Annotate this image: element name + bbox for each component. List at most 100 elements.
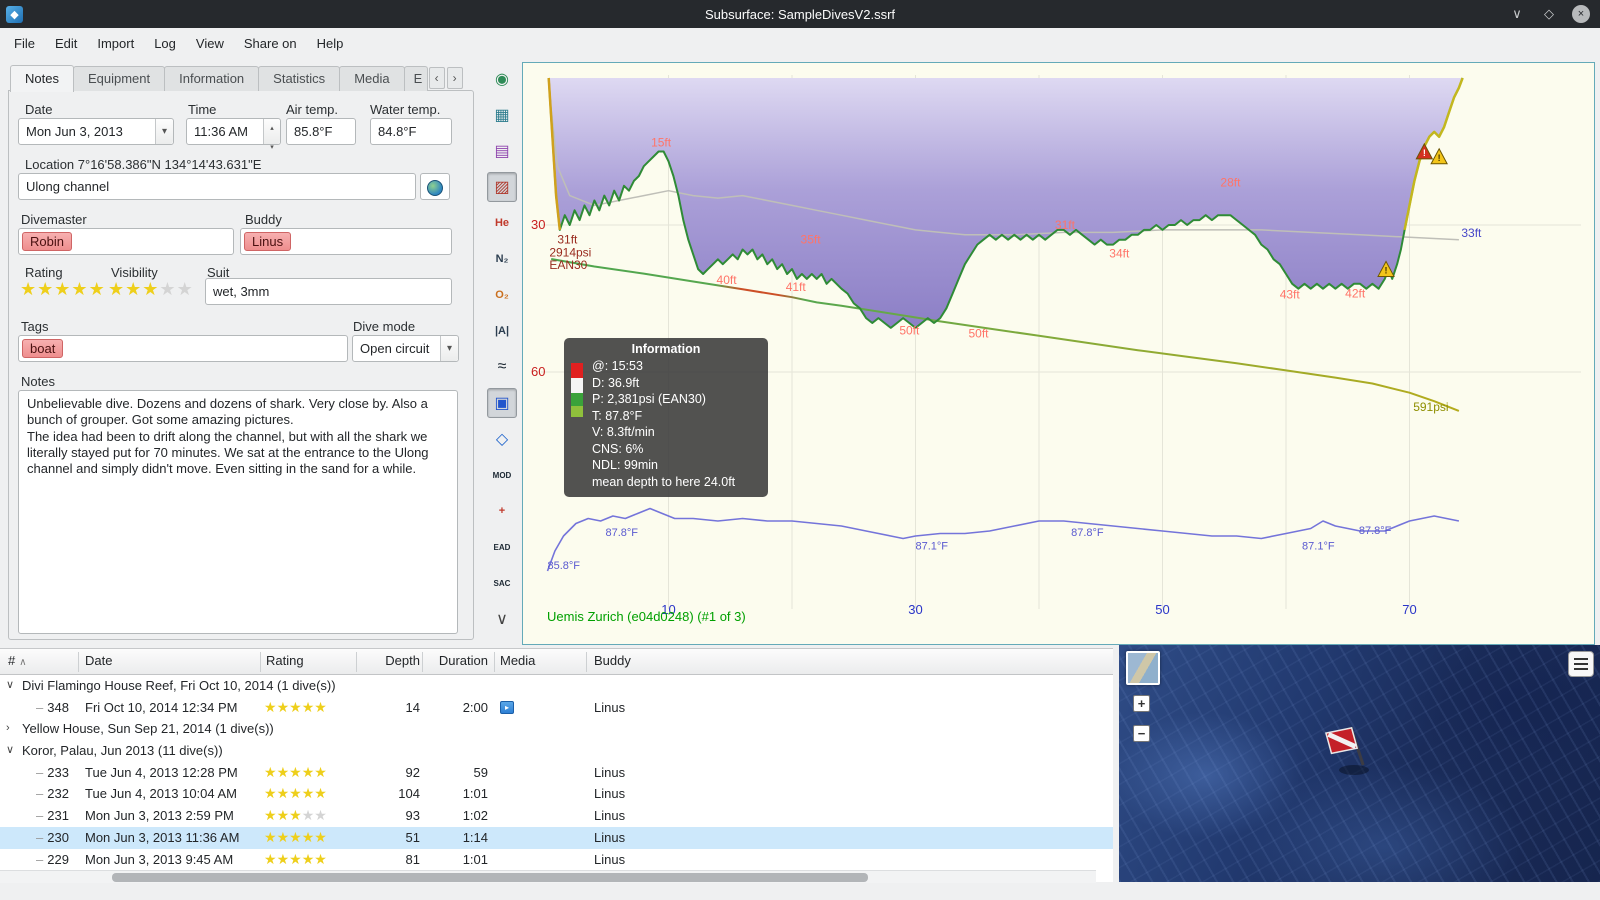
menu-share-on[interactable]: Share on	[234, 31, 307, 56]
map-zoom-out-button[interactable]: −	[1133, 725, 1150, 742]
profile-panel[interactable]: 15ft 40ft 41ft 35ft 50ft 50ft 31ft 34ft 28ft 43ft…	[522, 62, 1595, 645]
tab-notes[interactable]: Notes	[10, 65, 74, 92]
depth-label: 42ft	[1345, 287, 1366, 301]
dive-row[interactable]: –233 Tue Jun 4, 2013 12:28 PM ★★★★★ 92 59 Lin…	[0, 762, 1113, 784]
menu-log[interactable]: Log	[144, 31, 186, 56]
menu-help[interactable]: Help	[307, 31, 354, 56]
ead-icon[interactable]: EAD	[487, 532, 517, 562]
maximize-button[interactable]: ◇	[1540, 5, 1558, 23]
minimize-button[interactable]: ∨	[1508, 5, 1526, 23]
spin-up-icon[interactable]: ▴	[264, 119, 280, 138]
water-temp-label: Water temp.	[370, 102, 441, 117]
star-icon: ★	[276, 828, 290, 845]
dive-info-panel: Notes Equipment Information Statistics Media…	[8, 64, 474, 640]
dive-row[interactable]: –230 Mon Jun 3, 2013 11:36 AM ★★★★★ 51 1:14 L…	[0, 826, 1113, 849]
dive-flag-marker[interactable]	[1324, 713, 1394, 783]
menu-edit[interactable]: Edit	[45, 31, 87, 56]
divemaster-field[interactable]: Robin	[18, 228, 234, 255]
deco-icon[interactable]: +	[487, 496, 517, 526]
dive-row[interactable]: –348 Fri Oct 10, 2014 12:34 PM ★★★★★ 14 2:00…	[0, 697, 1113, 719]
tab-statistics[interactable]: Statistics	[258, 66, 341, 91]
dive-buddy: Linus	[594, 786, 626, 802]
star-icon: ★	[125, 279, 142, 299]
dive-list-header[interactable]: # ∧ Date Rating Depth Duration Media Buddy	[0, 649, 1113, 675]
scroll-down-icon[interactable]: ∨	[487, 604, 517, 634]
chevron-down-icon[interactable]: ▾	[155, 119, 173, 144]
column-header-duration[interactable]: Duration	[424, 653, 488, 668]
tab-e[interactable]: E	[403, 66, 428, 91]
depth-label: 50ft	[899, 323, 920, 337]
collapse-icon[interactable]: ∨	[6, 675, 14, 697]
collapse-icon[interactable]: ∨	[6, 740, 14, 762]
dive-number-text: 348	[47, 699, 69, 715]
tab-scroll-left-button[interactable]: ‹	[428, 67, 445, 89]
column-header-rating[interactable]: Rating	[266, 653, 304, 668]
dive-media-cell: ▸	[500, 697, 514, 719]
trip-row[interactable]: › Yellow House, Sun Sep 21, 2014 (1 dive(…	[0, 718, 1113, 740]
dive-mode-combobox[interactable]: Open circuit ▾	[352, 335, 459, 362]
po2-graph-icon[interactable]: ▦	[487, 100, 517, 130]
map-overview-thumbnail[interactable]	[1126, 651, 1160, 685]
column-header-media[interactable]: Media	[500, 653, 535, 668]
star-icon: ★	[301, 850, 315, 867]
horizontal-scrollbar[interactable]	[0, 870, 1096, 883]
n2-graph-icon[interactable]: N₂	[487, 244, 517, 274]
column-header-num[interactable]: # ∧	[8, 653, 27, 668]
location-field[interactable]: Ulong channel	[18, 173, 416, 200]
close-button[interactable]: ×	[1572, 5, 1590, 23]
menu-view[interactable]: View	[186, 31, 234, 56]
heart-rate-icon[interactable]: ≈	[487, 352, 517, 382]
time-spinbox[interactable]: 11:36 AM ▴ ▾	[186, 118, 281, 151]
dive-buddy: Linus	[594, 764, 626, 780]
map-menu-button[interactable]	[1568, 651, 1594, 677]
column-header-date[interactable]: Date	[85, 653, 112, 668]
globe-button[interactable]	[420, 173, 450, 200]
dive-row[interactable]: –231 Mon Jun 3, 2013 2:59 PM ★★★★★ 93 1:02 Li…	[0, 805, 1113, 827]
he-graph-icon[interactable]: He	[487, 208, 517, 238]
tags-field[interactable]: boat	[18, 335, 348, 362]
tag-chip[interactable]: boat	[22, 339, 64, 358]
map-panel[interactable]: + −	[1119, 645, 1600, 882]
tab-media[interactable]: Media	[339, 66, 405, 91]
diver-icon[interactable]: ◉	[487, 64, 517, 94]
ceiling-icon[interactable]: ▤	[487, 136, 517, 166]
buddy-chip[interactable]: Linus	[244, 232, 292, 251]
tab-information[interactable]: Information	[164, 66, 260, 91]
trip-row[interactable]: ∨ Divi Flamingo House Reef, Fri Oct 10, 2…	[0, 675, 1113, 697]
media-icon[interactable]: ▸	[500, 700, 514, 714]
chevron-down-icon[interactable]: ▾	[440, 336, 458, 361]
water-temp-field[interactable]: 84.8°F	[370, 118, 452, 145]
trip-row[interactable]: ∨ Koror, Palau, Jun 2013 (11 dive(s))	[0, 740, 1113, 762]
tab-equipment[interactable]: Equipment	[72, 66, 166, 91]
menu-file[interactable]: File	[4, 31, 45, 56]
buddy-field[interactable]: Linus	[240, 228, 452, 255]
tab-scroll-right-button[interactable]: ›	[446, 67, 463, 89]
suit-field[interactable]: wet, 3mm	[205, 278, 452, 305]
ambient-pressure-icon[interactable]: |A|	[487, 316, 517, 346]
column-header-depth[interactable]: Depth	[360, 653, 420, 668]
visibility-stars[interactable]: ★ ★ ★ ★ ★	[108, 279, 194, 299]
map-zoom-in-button[interactable]: +	[1133, 695, 1150, 712]
mod-icon[interactable]: MOD	[487, 460, 517, 490]
date-combobox[interactable]: Mon Jun 3, 2013 ▾	[18, 118, 174, 145]
air-temp-field[interactable]: 85.8°F	[286, 118, 356, 145]
dive-list[interactable]: # ∧ Date Rating Depth Duration Media Buddy ∨ Div…	[0, 648, 1113, 883]
dive-row[interactable]: –229 Mon Jun 3, 2013 9:45 AM ★★★★★ 81 1:01 Li…	[0, 849, 1113, 871]
profile-info-tooltip: Information @: 15:53 D: 36.9ft P: 2,381psi…	[564, 338, 768, 497]
notes-textarea[interactable]: Unbelievable dive. Dozens and dozens of …	[18, 390, 458, 634]
rating-stars[interactable]: ★ ★ ★ ★ ★	[20, 279, 106, 299]
spin-down-icon[interactable]: ▾	[264, 138, 280, 157]
title-bar[interactable]: ◆ Subsurface: SampleDivesV2.ssrf ∨ ◇ ×	[0, 0, 1600, 28]
scrollbar-thumb[interactable]	[112, 873, 868, 882]
sac-icon[interactable]: SAC	[487, 568, 517, 598]
expand-icon[interactable]: ›	[6, 718, 10, 740]
photos-icon[interactable]: ▣	[487, 388, 517, 418]
ruler-icon[interactable]: ◇	[487, 424, 517, 454]
o2-graph-icon[interactable]: O₂	[487, 280, 517, 310]
dc-ceiling-icon[interactable]: ▨	[487, 172, 517, 202]
dive-row[interactable]: –232 Tue Jun 4, 2013 10:04 AM ★★★★★ 104 1:01…	[0, 783, 1113, 805]
divemaster-chip[interactable]: Robin	[22, 232, 72, 251]
star-icon: ★	[314, 785, 327, 802]
menu-import[interactable]: Import	[87, 31, 144, 56]
column-header-buddy[interactable]: Buddy	[594, 653, 631, 668]
